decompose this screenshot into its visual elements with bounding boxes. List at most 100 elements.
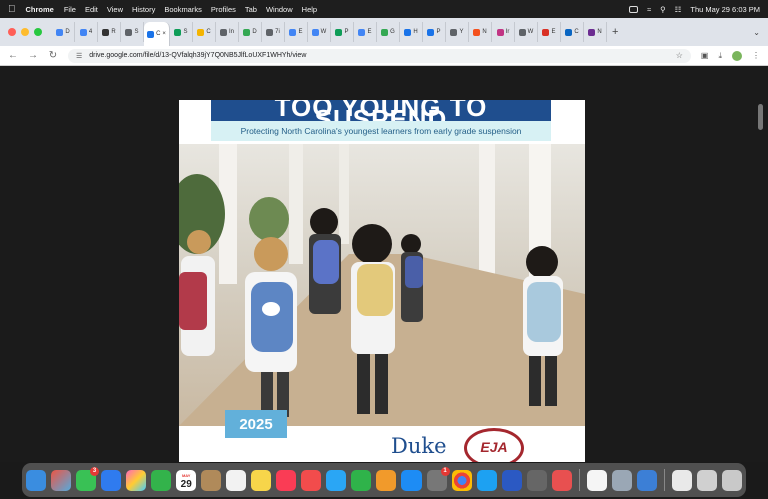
browser-tab[interactable]: W — [308, 22, 331, 42]
calendar-icon[interactable]: MAY 29 — [176, 469, 197, 491]
menu-tab[interactable]: Tab — [245, 5, 257, 14]
menu-window[interactable]: Window — [266, 5, 293, 14]
tab-label: N — [597, 29, 602, 35]
twitter-icon[interactable] — [476, 469, 497, 491]
menu-view[interactable]: View — [107, 5, 123, 14]
app-icon[interactable] — [551, 469, 572, 491]
menu-help[interactable]: Help — [302, 5, 317, 14]
notes-icon[interactable] — [251, 469, 272, 491]
new-tab-button[interactable]: + — [612, 26, 618, 38]
tab-label: W — [320, 29, 327, 35]
tab-label: 4 — [88, 29, 93, 35]
tab-favicon-icon — [311, 28, 319, 36]
apple-menu-icon[interactable]:  — [8, 4, 16, 15]
browser-tab[interactable]: S — [170, 22, 193, 42]
downloads-icon[interactable]: ⤓ — [718, 51, 722, 61]
browser-tab[interactable]: In — [216, 22, 239, 42]
tab-search-chevron-icon[interactable]: ⌄ — [753, 28, 760, 37]
menu-profiles[interactable]: Profiles — [211, 5, 236, 14]
browser-tab[interactable]: N — [584, 22, 607, 42]
tab-label: W — [527, 29, 534, 35]
numbers-icon[interactable] — [351, 469, 372, 491]
chrome-icon[interactable] — [451, 469, 472, 491]
reload-button[interactable]: ↻ — [48, 50, 58, 61]
menu-edit[interactable]: Edit — [85, 5, 98, 14]
close-window-button[interactable] — [8, 28, 16, 36]
browser-tab[interactable]: P — [331, 22, 354, 42]
system-settings-icon[interactable]: 1 — [426, 466, 450, 491]
settings-badge: 1 — [440, 466, 450, 476]
mail-icon[interactable] — [101, 469, 122, 491]
wifi-icon[interactable]: ≈ — [647, 5, 651, 14]
menubar-datetime[interactable]: Thu May 29 6:03 PM — [690, 5, 760, 14]
menu-file[interactable]: File — [64, 5, 76, 14]
tab-favicon-icon — [56, 28, 64, 36]
pages-icon[interactable] — [376, 469, 397, 491]
browser-tab[interactable]: S — [121, 22, 144, 42]
recent-document-icon[interactable] — [671, 469, 692, 491]
browser-tab[interactable]: E — [354, 22, 377, 42]
back-button[interactable]: ← — [8, 50, 18, 61]
forward-button[interactable]: → — [28, 50, 38, 61]
menu-bookmarks[interactable]: Bookmarks — [164, 5, 202, 14]
quicktime-icon[interactable] — [636, 469, 657, 491]
finder-icon[interactable] — [26, 469, 47, 491]
spotlight-search-icon[interactable]: ⚲ — [660, 5, 666, 14]
close-tab-icon[interactable]: × — [162, 31, 166, 37]
facetime-icon[interactable] — [151, 469, 172, 491]
tab-label: N — [482, 29, 487, 35]
slack-icon[interactable] — [586, 469, 607, 491]
open-in-app-icon[interactable]: ▣ — [701, 51, 709, 60]
browser-tab[interactable]: N — [469, 22, 492, 42]
control-center-icon[interactable]: ☷ — [675, 5, 682, 14]
reminders-icon[interactable] — [226, 469, 247, 491]
preview-icon[interactable] — [611, 469, 632, 491]
minimize-window-button[interactable] — [21, 28, 29, 36]
browser-tab[interactable]: C — [193, 22, 216, 42]
app-store-icon[interactable] — [401, 469, 422, 491]
browser-tab[interactable]: D — [239, 22, 262, 42]
contacts-icon[interactable] — [201, 469, 222, 491]
browser-tab[interactable]: G — [377, 22, 400, 42]
browser-tab[interactable]: E — [285, 22, 308, 42]
macos-menu-bar:  Chrome File Edit View History Bookmark… — [0, 0, 768, 18]
address-url[interactable]: drive.google.com/file/d/13-QVfalqh39jY7Q… — [89, 52, 306, 59]
downloads-stack-icon[interactable] — [696, 469, 717, 491]
profile-avatar[interactable] — [732, 50, 742, 61]
browser-tab[interactable]: P — [423, 22, 446, 42]
bookmark-star-icon[interactable]: ☆ — [676, 51, 683, 60]
launchpad-icon[interactable] — [51, 469, 72, 491]
photos-icon[interactable] — [126, 469, 147, 491]
browser-tab[interactable]: D — [52, 22, 75, 42]
browser-tab[interactable]: R — [98, 22, 121, 42]
trash-icon[interactable] — [721, 469, 742, 491]
battery-icon[interactable] — [629, 5, 639, 13]
browser-tab[interactable]: C — [561, 22, 584, 42]
menu-app-name[interactable]: Chrome — [26, 5, 54, 14]
browser-tab[interactable]: Y — [446, 22, 469, 42]
browser-tab[interactable]: 7i — [262, 22, 285, 42]
tab-label: Ir — [505, 29, 510, 35]
tab-favicon-icon — [335, 28, 343, 36]
browser-menu-icon[interactable]: ⋮ — [752, 51, 760, 60]
menu-history[interactable]: History — [132, 5, 155, 14]
address-bar[interactable]: ☰ drive.google.com/file/d/13-QVfalqh39jY… — [68, 48, 691, 63]
browser-tab[interactable]: 4 — [75, 22, 98, 42]
word-icon[interactable] — [501, 469, 522, 491]
news-icon[interactable] — [301, 469, 322, 491]
browser-tab[interactable]: H — [400, 22, 423, 42]
tab-label: S — [134, 29, 139, 35]
tab-label: C — [206, 29, 211, 35]
music-icon[interactable] — [276, 469, 297, 491]
viewer-scrollbar[interactable] — [758, 104, 763, 130]
browser-tab[interactable]: W — [515, 22, 538, 42]
keynote-icon[interactable] — [326, 469, 347, 491]
zoom-window-button[interactable] — [34, 28, 42, 36]
eja-logo: EJA — [464, 428, 524, 462]
browser-tab[interactable]: C × — [144, 22, 170, 46]
browser-tab[interactable]: Ir — [492, 22, 515, 42]
browser-tab[interactable]: E — [538, 22, 561, 42]
iphone-mirroring-icon[interactable] — [526, 469, 547, 491]
site-info-icon[interactable]: ☰ — [76, 52, 82, 60]
messages-icon[interactable]: 3 — [76, 466, 100, 491]
